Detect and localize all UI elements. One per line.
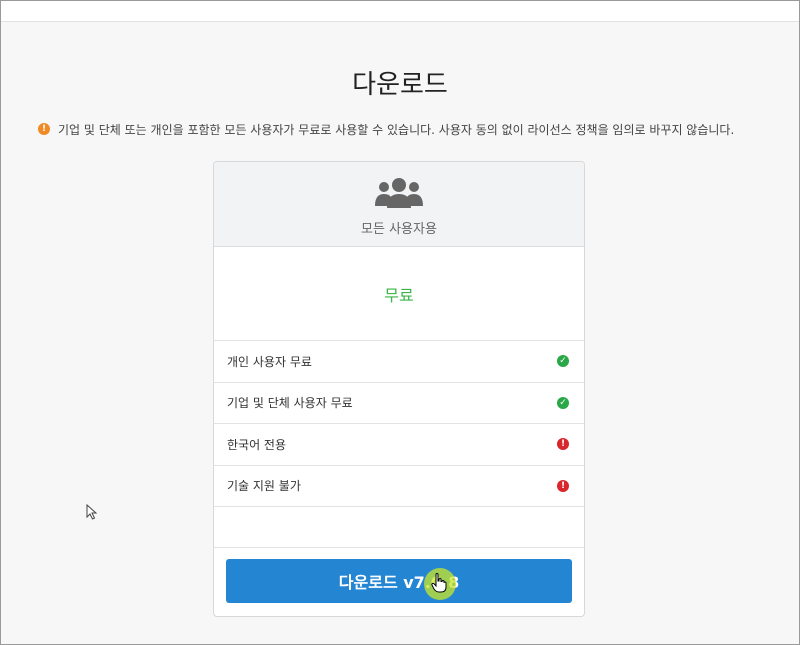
arrow-cursor-icon [86, 504, 98, 520]
feature-label: 기업 및 단체 사용자 무료 [227, 396, 353, 411]
empty-row [214, 507, 584, 548]
feature-row: 기업 및 단체 사용자 무료 ✓ [214, 383, 584, 424]
check-circle-icon: ✓ [557, 355, 569, 368]
plan-name: 모든 사용자용 [361, 222, 437, 237]
exclamation-circle-icon: ! [557, 438, 569, 451]
license-notice-text: 기업 및 단체 또는 개인을 포함한 모든 사용자가 무료로 사용할 수 있습니… [58, 122, 735, 137]
users-icon [375, 178, 423, 208]
plan-header: 모든 사용자용 [214, 162, 584, 247]
feature-row: 한국어 전용 ! [214, 424, 584, 466]
feature-row: 기술 지원 불가 ! [214, 466, 584, 507]
feature-label: 개인 사용자 무료 [227, 354, 312, 369]
top-bar [1, 1, 799, 22]
check-circle-icon: ✓ [557, 396, 569, 409]
plan-price: 무료 [214, 247, 584, 341]
license-notice: ! 기업 및 단체 또는 개인을 포함한 모든 사용자가 무료로 사용할 수 있… [38, 120, 734, 138]
hand-cursor-icon [431, 573, 447, 593]
feature-label: 기술 지원 불가 [227, 479, 301, 494]
feature-row: 개인 사용자 무료 ✓ [214, 341, 584, 383]
plan-card: 모든 사용자용 무료 개인 사용자 무료 ✓ 기업 및 단체 사용자 무료 ✓ … [213, 161, 585, 617]
exclamation-circle-icon: ! [557, 479, 569, 492]
warning-icon: ! [38, 123, 50, 135]
feature-label: 한국어 전용 [227, 437, 287, 452]
page-title: 다운로드 [352, 70, 448, 100]
download-button[interactable]: 다운로드 v7.0.8 [226, 559, 572, 603]
